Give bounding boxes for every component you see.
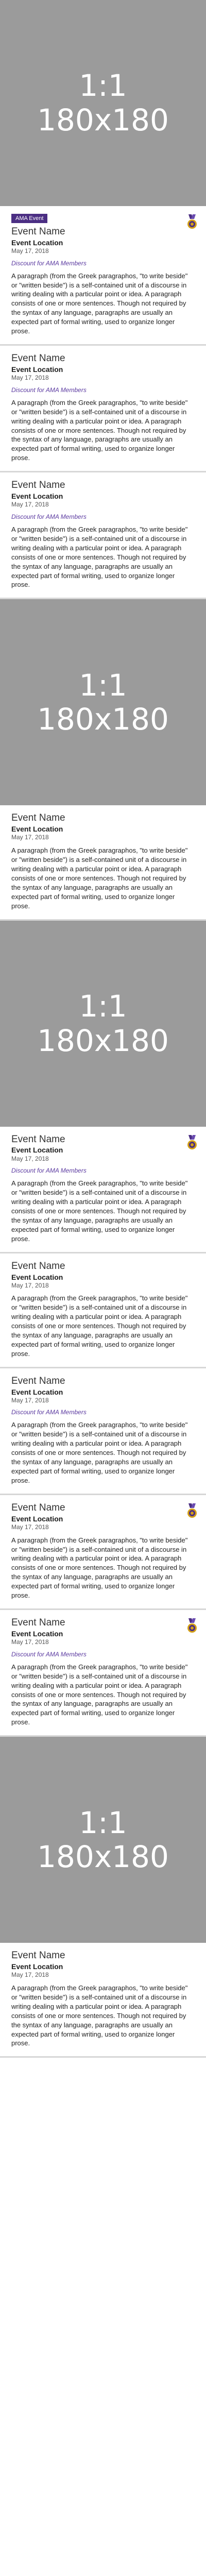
event-description: A paragraph (from the Greek paragraphos,…	[11, 1663, 188, 1726]
event-name[interactable]: Event Name	[11, 480, 195, 492]
event-date: May 17, 2018	[11, 1396, 49, 1404]
event-date: May 17, 2018	[11, 247, 49, 255]
event-location: Event Location	[11, 1962, 63, 1971]
event-card[interactable]: Event Name Event Location May 17, 2018 D…	[0, 1610, 206, 1737]
image-placeholder: 1:1 180x180	[0, 1737, 206, 1943]
event-location: Event Location	[11, 1273, 63, 1281]
event-feed: 1:1 180x180 AMA Event Event Name Event L…	[0, 0, 206, 2058]
medal-icon	[187, 1134, 197, 1149]
placeholder-dimensions: 180x180	[37, 103, 169, 138]
placeholder-ratio: 1:1	[79, 988, 127, 1024]
event-description: A paragraph (from the Greek paragraphos,…	[11, 1984, 188, 2047]
placeholder-dimensions: 180x180	[37, 1839, 169, 1875]
event-name[interactable]: Event Name	[11, 1134, 195, 1146]
event-name[interactable]: Event Name	[11, 812, 195, 824]
event-card[interactable]: Event Name Event Location May 17, 2018 A…	[0, 805, 206, 921]
event-location: Event Location	[11, 1629, 63, 1638]
medal-icon	[187, 1503, 197, 1518]
event-description: A paragraph (from the Greek paragraphos,…	[11, 1421, 188, 1485]
member-discount: Discount for AMA Members	[11, 259, 87, 267]
event-date: May 17, 2018	[11, 1638, 49, 1646]
event-card[interactable]: Event Name Event Location May 17, 2018 A…	[0, 1495, 206, 1611]
event-name[interactable]: Event Name	[11, 1950, 195, 1962]
event-location: Event Location	[11, 1387, 63, 1396]
event-card[interactable]: Event Name Event Location May 17, 2018 D…	[0, 346, 206, 473]
event-name[interactable]: Event Name	[11, 1261, 195, 1273]
event-name[interactable]: Event Name	[11, 1376, 195, 1387]
medal-icon	[187, 214, 197, 229]
event-name[interactable]: Event Name	[11, 1502, 195, 1514]
ama-event-badge: AMA Event	[11, 214, 48, 223]
placeholder-dimensions: 180x180	[37, 1023, 169, 1058]
event-description: A paragraph (from the Greek paragraphos,…	[11, 1294, 188, 1358]
member-discount: Discount for AMA Members	[11, 1409, 87, 1416]
event-description: A paragraph (from the Greek paragraphos,…	[11, 846, 188, 910]
image-placeholder: 1:1 180x180	[0, 0, 206, 206]
event-card[interactable]: Event Name Event Location May 17, 2018 D…	[0, 1368, 206, 1495]
event-description: A paragraph (from the Greek paragraphos,…	[11, 272, 188, 335]
member-discount: Discount for AMA Members	[11, 513, 87, 520]
event-card[interactable]: Event Name Event Location May 17, 2018 D…	[0, 1126, 206, 1253]
event-date: May 17, 2018	[11, 1523, 49, 1531]
placeholder-ratio: 1:1	[79, 1805, 127, 1840]
medal-icon	[187, 1618, 197, 1633]
event-location: Event Location	[11, 825, 63, 834]
event-description: A paragraph (from the Greek paragraphos,…	[11, 525, 188, 589]
member-discount: Discount for AMA Members	[11, 1650, 87, 1658]
event-card[interactable]: Event Name Event Location May 17, 2018 A…	[0, 1943, 206, 2058]
event-name[interactable]: Event Name	[11, 226, 195, 238]
event-card[interactable]: Event Name Event Location May 17, 2018 A…	[0, 1253, 206, 1368]
event-description: A paragraph (from the Greek paragraphos,…	[11, 1536, 188, 1600]
event-card[interactable]: AMA Event Event Name Event Location May …	[0, 206, 206, 346]
event-location: Event Location	[11, 1146, 63, 1155]
placeholder-ratio: 1:1	[79, 667, 127, 703]
event-card[interactable]: Event Name Event Location May 17, 2018 D…	[0, 472, 206, 600]
event-date: May 17, 2018	[11, 1971, 49, 1979]
image-placeholder: 1:1 180x180	[0, 599, 206, 806]
event-date: May 17, 2018	[11, 374, 49, 382]
image-placeholder: 1:1 180x180	[0, 920, 206, 1127]
event-location: Event Location	[11, 1514, 63, 1523]
member-discount: Discount for AMA Members	[11, 1167, 87, 1175]
event-location: Event Location	[11, 365, 63, 374]
event-date: May 17, 2018	[11, 501, 49, 509]
event-location: Event Location	[11, 492, 63, 501]
event-description: A paragraph (from the Greek paragraphos,…	[11, 398, 188, 462]
event-name[interactable]: Event Name	[11, 353, 195, 365]
event-date: May 17, 2018	[11, 1155, 49, 1162]
event-date: May 17, 2018	[11, 834, 49, 841]
event-name[interactable]: Event Name	[11, 1617, 195, 1629]
event-description: A paragraph (from the Greek paragraphos,…	[11, 1179, 188, 1243]
event-date: May 17, 2018	[11, 1281, 49, 1289]
placeholder-dimensions: 180x180	[37, 702, 169, 737]
placeholder-ratio: 1:1	[79, 68, 127, 104]
event-location: Event Location	[11, 238, 63, 247]
member-discount: Discount for AMA Members	[11, 386, 87, 394]
